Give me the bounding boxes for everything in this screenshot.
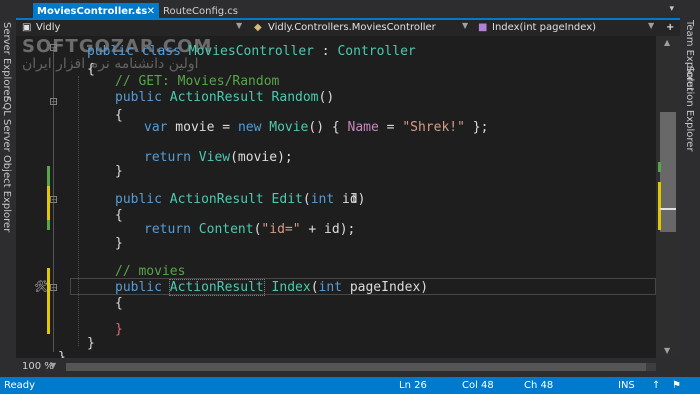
scroll-down-icon[interactable]: ▼ — [664, 346, 670, 355]
chevron-down-icon[interactable]: ▼ — [462, 21, 468, 30]
publish-icon[interactable]: ↑ — [652, 379, 660, 392]
tab-label: RouteConfig.cs — [163, 6, 238, 17]
tab-label: MoviesController.cs — [37, 6, 148, 17]
server-explorer-tab[interactable]: Server Explorer — [1, 22, 12, 100]
code-line: public ActionResult Random() — [115, 90, 335, 105]
member-dropdown[interactable]: Index(int pageIndex) — [492, 21, 596, 35]
scroll-thumb[interactable] — [660, 112, 676, 232]
code-line: } — [115, 236, 123, 251]
left-toolwindow-strip: Server Explorer SQL Server Object Explor… — [0, 0, 16, 377]
class-dropdown[interactable]: Vidly.Controllers.MoviesController — [268, 21, 436, 35]
horizontal-scrollbar[interactable] — [66, 363, 656, 371]
scroll-thumb[interactable] — [66, 363, 646, 371]
status-ready: Ready — [4, 380, 36, 391]
project-dropdown[interactable]: Vidly — [36, 21, 60, 35]
zoom-level[interactable]: 100 % — [22, 361, 54, 372]
close-icon[interactable]: ✕ — [147, 3, 155, 20]
notifications-icon[interactable]: ⚑ — [672, 379, 681, 392]
status-bar: Ready Ln 26 Col 48 Ch 48 INS ↑ ⚑ — [0, 377, 700, 394]
chevron-down-icon[interactable]: ▼ — [236, 21, 242, 30]
scroll-up-icon[interactable]: ▲ — [664, 38, 670, 47]
status-column: Col 48 — [462, 380, 494, 391]
caret-map-marker — [660, 208, 676, 210]
code-line: { — [115, 296, 123, 311]
change-map-marker — [658, 182, 661, 230]
solution-explorer-tab[interactable]: Solution Explorer — [684, 66, 695, 152]
chevron-down-icon[interactable]: ▼ — [50, 361, 56, 370]
code-line: } — [58, 350, 66, 358]
document-tab-bar: MoviesController.cs ✕ ↓ RouteConfig.cs ▾ — [16, 0, 680, 20]
code-line: } — [115, 164, 123, 179]
tab-movies-controller[interactable]: MoviesController.cs ✕ ↓ — [33, 3, 159, 20]
class-icon: ◆ — [254, 22, 262, 33]
status-insert-mode: INS — [618, 380, 635, 391]
editor-bottom-bar: 100 % ▼ — [16, 358, 680, 377]
project-icon: ▣ — [22, 22, 32, 33]
navigation-bar: ▣ Vidly ▼ ◆ Vidly.Controllers.MoviesCont… — [16, 20, 680, 36]
code-line: public class MoviesController : Controll… — [87, 44, 416, 59]
chevron-down-icon[interactable]: ▼ — [648, 21, 654, 30]
change-map-marker — [658, 162, 661, 172]
tab-route-config[interactable]: RouteConfig.cs — [159, 3, 259, 20]
method-icon: ■ — [478, 22, 488, 33]
code-line: var movie = new Movie() { Name = "Shrek!… — [144, 120, 489, 135]
split-view-icon[interactable]: + — [666, 21, 674, 35]
pin-icon[interactable]: ↓ — [135, 3, 143, 20]
status-char: Ch 48 — [524, 380, 554, 391]
sql-server-object-explorer-tab[interactable]: SQL Server Object Explorer — [1, 96, 12, 232]
right-toolwindow-strip: Team Explorer Solution Explorer — [680, 0, 700, 377]
status-line: Ln 26 — [399, 380, 427, 391]
vertical-scrollbar[interactable]: ▲ ▼ — [656, 36, 680, 358]
tab-overflow-icon[interactable]: ▾ — [669, 4, 674, 14]
code-editor[interactable]: SOFTGOZAR.COM اولین دانشنامه نرم افزار ا… — [16, 36, 656, 358]
